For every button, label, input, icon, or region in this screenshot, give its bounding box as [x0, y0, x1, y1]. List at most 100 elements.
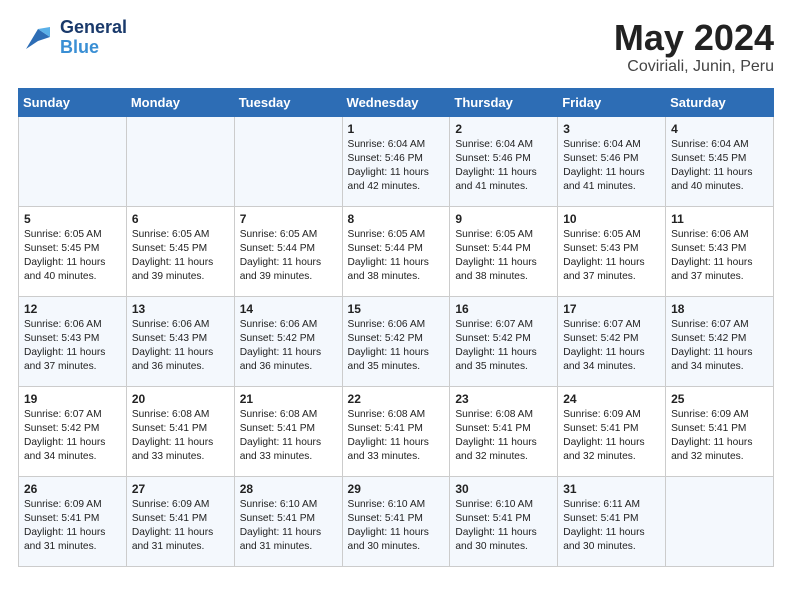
logo: General Blue: [18, 18, 127, 58]
logo-general-text: General: [60, 18, 127, 38]
day-info: Sunrise: 6:08 AM Sunset: 5:41 PM Dayligh…: [455, 408, 552, 465]
location-title: Coviriali, Junin, Peru: [614, 58, 774, 76]
calendar-cell: 26 Sunrise: 6:09 AM Sunset: 5:41 PM Dayli…: [19, 476, 127, 566]
calendar-cell: 3Sunrise: 6:04 AM Sunset: 5:46 PM Daylig…: [558, 116, 666, 206]
calendar-week-row: 26 Sunrise: 6:09 AM Sunset: 5:41 PM Dayli…: [19, 476, 774, 566]
calendar-cell: 11Sunrise: 6:06 AM Sunset: 5:43 PM Dayli…: [666, 206, 774, 296]
day-number: 26: [24, 482, 121, 496]
day-info: Sunrise: 6:06 AM Sunset: 5:43 PM Dayligh…: [132, 318, 229, 375]
day-info: Sunrise: 6:10 AM Sunset: 5:41 PM Dayligh…: [348, 498, 445, 555]
calendar-cell: 5 Sunrise: 6:05 AM Sunset: 5:45 PM Daylig…: [19, 206, 127, 296]
day-info: Sunrise: 6:07 AM Sunset: 5:42 PM Dayligh…: [455, 318, 552, 375]
day-number: 18: [671, 302, 768, 316]
day-number: 1: [348, 122, 445, 136]
day-info: Sunrise: 6:09 AM Sunset: 5:41 PM Dayligh…: [671, 408, 768, 465]
calendar-cell: 7 Sunrise: 6:05 AM Sunset: 5:44 PM Daylig…: [234, 206, 342, 296]
calendar-cell: [19, 116, 127, 206]
calendar-cell: [666, 476, 774, 566]
day-number: 6: [132, 212, 229, 226]
calendar-cell: 4Sunrise: 6:04 AM Sunset: 5:45 PM Daylig…: [666, 116, 774, 206]
day-number: 14: [240, 302, 337, 316]
calendar-cell: 10 Sunrise: 6:05 AM Sunset: 5:43 PM Dayli…: [558, 206, 666, 296]
day-number: 12: [24, 302, 121, 316]
calendar-cell: 18 Sunrise: 6:07 AM Sunset: 5:42 PM Dayli…: [666, 296, 774, 386]
calendar-cell: 31 Sunrise: 6:11 AM Sunset: 5:41 PM Dayli…: [558, 476, 666, 566]
day-number: 31: [563, 482, 660, 496]
calendar-cell: 24Sunrise: 6:09 AM Sunset: 5:41 PM Dayli…: [558, 386, 666, 476]
day-info: Sunrise: 6:05 AM Sunset: 5:44 PM Dayligh…: [240, 228, 337, 285]
calendar-cell: 29 Sunrise: 6:10 AM Sunset: 5:41 PM Dayli…: [342, 476, 450, 566]
calendar-header-sunday: Sunday: [19, 88, 127, 116]
calendar-header-monday: Monday: [126, 88, 234, 116]
day-number: 10: [563, 212, 660, 226]
calendar-cell: 2 Sunrise: 6:04 AM Sunset: 5:46 PM Daylig…: [450, 116, 558, 206]
day-number: 5: [24, 212, 121, 226]
day-info: Sunrise: 6:04 AM Sunset: 5:46 PM Dayligh…: [563, 138, 660, 195]
day-number: 16: [455, 302, 552, 316]
calendar-cell: 6 Sunrise: 6:05 AM Sunset: 5:45 PM Daylig…: [126, 206, 234, 296]
month-title: May 2024: [614, 18, 774, 58]
day-number: 27: [132, 482, 229, 496]
day-info: Sunrise: 6:06 AM Sunset: 5:42 PM Dayligh…: [348, 318, 445, 375]
day-number: 21: [240, 392, 337, 406]
calendar-cell: [126, 116, 234, 206]
logo-blue-text: Blue: [60, 38, 99, 58]
day-number: 29: [348, 482, 445, 496]
day-number: 2: [455, 122, 552, 136]
day-info: Sunrise: 6:07 AM Sunset: 5:42 PM Dayligh…: [563, 318, 660, 375]
calendar-header-thursday: Thursday: [450, 88, 558, 116]
day-number: 7: [240, 212, 337, 226]
calendar-header-wednesday: Wednesday: [342, 88, 450, 116]
day-number: 11: [671, 212, 768, 226]
calendar-header-saturday: Saturday: [666, 88, 774, 116]
day-number: 30: [455, 482, 552, 496]
calendar-cell: 25 Sunrise: 6:09 AM Sunset: 5:41 PM Dayli…: [666, 386, 774, 476]
calendar-header-row: SundayMondayTuesdayWednesdayThursdayFrid…: [19, 88, 774, 116]
calendar-table: SundayMondayTuesdayWednesdayThursdayFrid…: [18, 88, 774, 567]
day-info: Sunrise: 6:11 AM Sunset: 5:41 PM Dayligh…: [563, 498, 660, 555]
day-number: 24: [563, 392, 660, 406]
day-info: Sunrise: 6:08 AM Sunset: 5:41 PM Dayligh…: [348, 408, 445, 465]
day-number: 15: [348, 302, 445, 316]
day-info: Sunrise: 6:08 AM Sunset: 5:41 PM Dayligh…: [240, 408, 337, 465]
calendar-cell: 15 Sunrise: 6:06 AM Sunset: 5:42 PM Dayli…: [342, 296, 450, 386]
calendar-cell: 16 Sunrise: 6:07 AM Sunset: 5:42 PM Dayli…: [450, 296, 558, 386]
day-info: Sunrise: 6:05 AM Sunset: 5:44 PM Dayligh…: [348, 228, 445, 285]
calendar-week-row: 1 Sunrise: 6:04 AM Sunset: 5:46 PM Daylig…: [19, 116, 774, 206]
day-number: 23: [455, 392, 552, 406]
calendar-cell: [234, 116, 342, 206]
day-number: 9: [455, 212, 552, 226]
day-info: Sunrise: 6:10 AM Sunset: 5:41 PM Dayligh…: [455, 498, 552, 555]
day-info: Sunrise: 6:05 AM Sunset: 5:43 PM Dayligh…: [563, 228, 660, 285]
calendar-cell: 30 Sunrise: 6:10 AM Sunset: 5:41 PM Dayli…: [450, 476, 558, 566]
logo-icon: [18, 19, 56, 57]
calendar-cell: 28 Sunrise: 6:10 AM Sunset: 5:41 PM Dayli…: [234, 476, 342, 566]
day-number: 20: [132, 392, 229, 406]
day-info: Sunrise: 6:09 AM Sunset: 5:41 PM Dayligh…: [24, 498, 121, 555]
day-info: Sunrise: 6:09 AM Sunset: 5:41 PM Dayligh…: [132, 498, 229, 555]
day-info: Sunrise: 6:05 AM Sunset: 5:45 PM Dayligh…: [24, 228, 121, 285]
day-info: Sunrise: 6:05 AM Sunset: 5:44 PM Dayligh…: [455, 228, 552, 285]
day-number: 22: [348, 392, 445, 406]
day-number: 25: [671, 392, 768, 406]
calendar-cell: 23 Sunrise: 6:08 AM Sunset: 5:41 PM Dayli…: [450, 386, 558, 476]
title-area: May 2024 Coviriali, Junin, Peru: [614, 18, 774, 76]
calendar-week-row: 12 Sunrise: 6:06 AM Sunset: 5:43 PM Dayli…: [19, 296, 774, 386]
day-info: Sunrise: 6:07 AM Sunset: 5:42 PM Dayligh…: [24, 408, 121, 465]
calendar-header-friday: Friday: [558, 88, 666, 116]
calendar-cell: 1 Sunrise: 6:04 AM Sunset: 5:46 PM Daylig…: [342, 116, 450, 206]
day-info: Sunrise: 6:06 AM Sunset: 5:42 PM Dayligh…: [240, 318, 337, 375]
calendar-header-tuesday: Tuesday: [234, 88, 342, 116]
logo-name: General Blue: [60, 18, 127, 58]
calendar-cell: 14 Sunrise: 6:06 AM Sunset: 5:42 PM Dayli…: [234, 296, 342, 386]
day-info: Sunrise: 6:06 AM Sunset: 5:43 PM Dayligh…: [24, 318, 121, 375]
day-info: Sunrise: 6:10 AM Sunset: 5:41 PM Dayligh…: [240, 498, 337, 555]
calendar-page: General Blue May 2024 Coviriali, Junin, …: [0, 0, 792, 585]
day-number: 28: [240, 482, 337, 496]
calendar-cell: 21 Sunrise: 6:08 AM Sunset: 5:41 PM Dayli…: [234, 386, 342, 476]
day-info: Sunrise: 6:07 AM Sunset: 5:42 PM Dayligh…: [671, 318, 768, 375]
calendar-cell: 19Sunrise: 6:07 AM Sunset: 5:42 PM Dayli…: [19, 386, 127, 476]
day-info: Sunrise: 6:04 AM Sunset: 5:46 PM Dayligh…: [348, 138, 445, 195]
day-info: Sunrise: 6:04 AM Sunset: 5:46 PM Dayligh…: [455, 138, 552, 195]
day-info: Sunrise: 6:05 AM Sunset: 5:45 PM Dayligh…: [132, 228, 229, 285]
